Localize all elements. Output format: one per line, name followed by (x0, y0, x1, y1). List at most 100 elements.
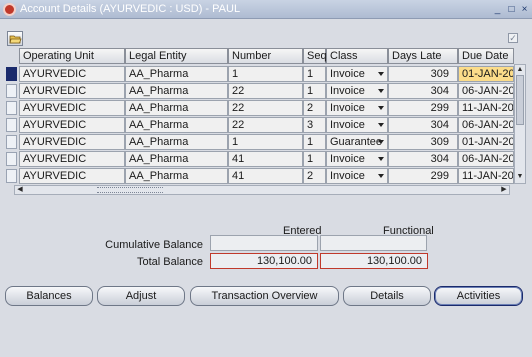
cell-class[interactable]: Invoice (326, 168, 388, 184)
cell-legal-entity[interactable]: AA_Pharma (125, 134, 228, 150)
cell-operating-unit[interactable]: AYURVEDIC (19, 66, 125, 82)
table-row[interactable]: AYURVEDIC AA_Pharma 41 2 Invoice 299 11-… (5, 168, 526, 184)
cell-due-date[interactable]: 11-JAN-2012 (458, 100, 514, 116)
row-indicator[interactable] (6, 67, 17, 81)
cell-class[interactable]: Invoice (326, 151, 388, 167)
total-functional-field[interactable]: 130,100.00 (320, 253, 428, 269)
cumulative-entered-field[interactable] (210, 235, 318, 251)
cell-legal-entity[interactable]: AA_Pharma (125, 151, 228, 167)
cell-number[interactable]: 1 (228, 66, 303, 82)
table-row[interactable]: AYURVEDIC AA_Pharma 1 1 Invoice 309 01-J… (5, 66, 526, 82)
activities-button[interactable]: Activities (434, 286, 523, 306)
folder-open-button[interactable] (7, 31, 23, 46)
cell-number[interactable]: 22 (228, 117, 303, 133)
cell-days-late[interactable]: 309 (388, 66, 458, 82)
cell-legal-entity[interactable]: AA_Pharma (125, 100, 228, 116)
cell-days-late[interactable]: 304 (388, 151, 458, 167)
cell-seq[interactable]: 3 (303, 117, 326, 133)
transaction-overview-button[interactable]: Transaction Overview (190, 286, 339, 306)
dropdown-arrow-icon[interactable] (378, 123, 384, 127)
minimize-icon[interactable]: _ (492, 4, 503, 15)
cell-operating-unit[interactable]: AYURVEDIC (19, 117, 125, 133)
table-row[interactable]: AYURVEDIC AA_Pharma 22 3 Invoice 304 06-… (5, 117, 526, 133)
horizontal-scroll-thumb[interactable] (97, 187, 163, 193)
cell-operating-unit[interactable]: AYURVEDIC (19, 151, 125, 167)
scroll-left-icon[interactable]: ◀ (16, 186, 24, 194)
cell-class[interactable]: Invoice (326, 100, 388, 116)
row-indicator[interactable] (6, 135, 17, 149)
scroll-up-icon[interactable]: ▲ (516, 66, 524, 74)
cell-legal-entity[interactable]: AA_Pharma (125, 66, 228, 82)
cell-legal-entity[interactable]: AA_Pharma (125, 117, 228, 133)
cumulative-functional-field[interactable] (320, 235, 427, 251)
scroll-down-icon[interactable]: ▼ (516, 173, 524, 181)
cell-seq[interactable]: 1 (303, 66, 326, 82)
cell-legal-entity[interactable]: AA_Pharma (125, 83, 228, 99)
cell-number[interactable]: 41 (228, 151, 303, 167)
header-days-late[interactable]: Days Late (388, 48, 458, 64)
cell-days-late[interactable]: 309 (388, 134, 458, 150)
cell-days-late[interactable]: 304 (388, 117, 458, 133)
cell-seq[interactable]: 1 (303, 151, 326, 167)
header-number[interactable]: Number (228, 48, 303, 64)
cell-due-date[interactable]: 06-JAN-2012 (458, 83, 514, 99)
table-row[interactable]: AYURVEDIC AA_Pharma 1 1 Guarantee 309 01… (5, 134, 526, 150)
vertical-scrollbar[interactable]: ▲ ▼ (514, 64, 526, 184)
header-legal-entity[interactable]: Legal Entity (125, 48, 228, 64)
row-indicator[interactable] (6, 169, 17, 183)
close-icon[interactable]: × (519, 4, 530, 15)
dropdown-arrow-icon[interactable] (378, 106, 384, 110)
cell-class[interactable]: Invoice (326, 117, 388, 133)
header-due-date[interactable]: Due Date (458, 48, 514, 64)
cell-days-late[interactable]: 304 (388, 83, 458, 99)
total-entered-field[interactable]: 130,100.00 (210, 253, 318, 269)
header-class[interactable]: Class (326, 48, 388, 64)
adjust-button[interactable]: Adjust (97, 286, 185, 306)
header-seq[interactable]: Seq (303, 48, 327, 64)
balances-button[interactable]: Balances (5, 286, 93, 306)
cell-due-date[interactable]: 01-JAN-2012 (458, 134, 514, 150)
cell-class[interactable]: Guarantee (326, 134, 388, 150)
header-operating-unit[interactable]: Operating Unit (19, 48, 125, 64)
vertical-scroll-thumb[interactable] (516, 75, 524, 125)
row-indicator[interactable] (6, 84, 17, 98)
cell-due-date[interactable]: 06-JAN-2012 (458, 117, 514, 133)
cell-seq[interactable]: 2 (303, 168, 326, 184)
cell-seq[interactable]: 1 (303, 83, 326, 99)
cell-class[interactable]: Invoice (326, 66, 388, 82)
dropdown-arrow-icon[interactable] (378, 140, 384, 144)
cell-seq[interactable]: 2 (303, 100, 326, 116)
cell-due-date[interactable]: 11-JAN-2012 (458, 168, 514, 184)
cell-due-date[interactable]: 01-JAN-2012 (458, 66, 514, 82)
cell-operating-unit[interactable]: AYURVEDIC (19, 134, 125, 150)
cell-operating-unit[interactable]: AYURVEDIC (19, 100, 125, 116)
cell-number[interactable]: 41 (228, 168, 303, 184)
cell-days-late[interactable]: 299 (388, 168, 458, 184)
table-row[interactable]: AYURVEDIC AA_Pharma 22 1 Invoice 304 06-… (5, 83, 526, 99)
table-row[interactable]: AYURVEDIC AA_Pharma 22 2 Invoice 299 11-… (5, 100, 526, 116)
dropdown-arrow-icon[interactable] (378, 174, 384, 178)
row-indicator[interactable] (6, 118, 17, 132)
row-indicator[interactable] (6, 101, 17, 115)
dropdown-arrow-icon[interactable] (378, 72, 384, 76)
cell-seq[interactable]: 1 (303, 134, 326, 150)
cumulative-balance-label: Cumulative Balance (105, 239, 203, 251)
checkbox-icon[interactable]: ✓ (508, 33, 518, 43)
cell-days-late[interactable]: 299 (388, 100, 458, 116)
cell-number[interactable]: 1 (228, 134, 303, 150)
cell-number[interactable]: 22 (228, 83, 303, 99)
cell-operating-unit[interactable]: AYURVEDIC (19, 168, 125, 184)
row-indicator[interactable] (6, 152, 17, 166)
details-button[interactable]: Details (343, 286, 431, 306)
cell-due-date[interactable]: 06-JAN-2012 (458, 151, 514, 167)
horizontal-scrollbar[interactable]: ◀ ▶ (14, 185, 510, 195)
dropdown-arrow-icon[interactable] (378, 89, 384, 93)
maximize-icon[interactable]: □ (506, 4, 517, 15)
scroll-right-icon[interactable]: ▶ (500, 186, 508, 194)
cell-number[interactable]: 22 (228, 100, 303, 116)
cell-operating-unit[interactable]: AYURVEDIC (19, 83, 125, 99)
cell-legal-entity[interactable]: AA_Pharma (125, 168, 228, 184)
cell-class[interactable]: Invoice (326, 83, 388, 99)
dropdown-arrow-icon[interactable] (378, 157, 384, 161)
table-row[interactable]: AYURVEDIC AA_Pharma 41 1 Invoice 304 06-… (5, 151, 526, 167)
